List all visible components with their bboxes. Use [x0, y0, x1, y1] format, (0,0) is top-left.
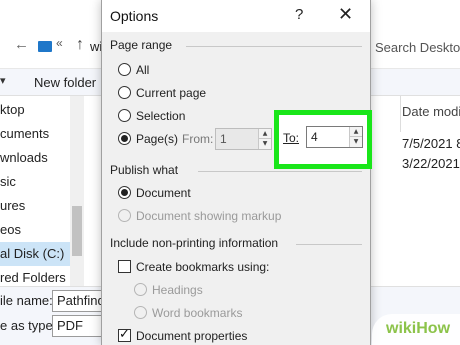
list-item[interactable]: 3/22/2021: [402, 156, 460, 171]
radio-current-page[interactable]: [118, 86, 131, 99]
group-divider: [198, 171, 362, 172]
radio-document[interactable]: [118, 186, 131, 199]
dialog-titlebar: Options ? ✕: [102, 0, 370, 32]
group-divider: [186, 46, 362, 47]
back-arrow-icon[interactable]: ←: [14, 36, 29, 53]
save-type-label: e as type:: [0, 318, 57, 333]
non-printing-heading: Include non-printing information: [110, 236, 279, 250]
radio-selection[interactable]: [118, 109, 131, 122]
spin-up-icon[interactable]: ▲: [259, 129, 271, 139]
spin-up-icon[interactable]: ▲: [350, 127, 362, 137]
column-divider[interactable]: [400, 96, 401, 132]
create-bookmarks-label: Create bookmarks using:: [136, 260, 270, 274]
radio-document-markup: [118, 209, 131, 222]
document-properties-checkbox[interactable]: [118, 327, 131, 342]
to-spinner[interactable]: 4 ▲ ▼: [306, 126, 363, 148]
from-spinner[interactable]: 1 ▲ ▼: [215, 128, 272, 150]
nav-scrollbar-thumb[interactable]: [72, 206, 82, 256]
group-divider: [296, 244, 362, 245]
from-value: 1: [220, 132, 227, 146]
column-header-date-modified[interactable]: Date modifi: [402, 104, 460, 119]
chevron-down-icon[interactable]: ▾: [0, 74, 6, 87]
file-name-label: ile name:: [0, 293, 53, 308]
file-list: Date modifi 7/5/2021 8 3/22/2021: [370, 96, 460, 286]
radio-word-bookmarks-label: Word bookmarks: [152, 306, 243, 320]
from-label: From:: [182, 132, 214, 146]
radio-pages[interactable]: [118, 132, 131, 145]
list-item[interactable]: 7/5/2021 8: [402, 136, 460, 151]
spin-down-icon[interactable]: ▼: [259, 139, 271, 149]
spin-down-icon[interactable]: ▼: [350, 137, 362, 147]
publish-what-heading: Publish what: [110, 163, 179, 177]
folder-icon: [38, 41, 52, 52]
wikihow-watermark: wikiHow: [372, 314, 460, 345]
radio-document-markup-label: Document showing markup: [136, 209, 282, 223]
dialog-title: Options: [110, 8, 159, 24]
page-range-heading: Page range: [110, 38, 173, 52]
document-properties-label: Document properties: [136, 329, 248, 343]
to-spin-buttons: ▲ ▼: [349, 127, 362, 147]
new-folder-button[interactable]: New folder: [34, 75, 96, 90]
search-input[interactable]: Search Desktop: [366, 36, 460, 60]
radio-headings-label: Headings: [152, 283, 203, 297]
radio-document-label: Document: [136, 186, 191, 200]
radio-all-label: All: [136, 63, 150, 77]
up-arrow-icon[interactable]: ↑: [76, 36, 84, 54]
watermark-text: wikiHow: [386, 320, 451, 337]
radio-pages-label: Page(s): [136, 132, 179, 146]
search-placeholder: Search Desktop: [375, 40, 460, 55]
to-label: To:: [283, 131, 300, 145]
close-icon[interactable]: ✕: [338, 4, 353, 25]
create-bookmarks-checkbox[interactable]: [118, 260, 131, 273]
help-icon[interactable]: ?: [295, 6, 303, 23]
options-dialog: Options ? ✕ Page range All Current page …: [101, 0, 371, 345]
from-spin-buttons: ▲ ▼: [258, 129, 271, 149]
radio-all[interactable]: [118, 63, 131, 76]
to-field-highlight: To: 4 ▲ ▼: [274, 110, 372, 169]
chevron-icon[interactable]: «: [56, 36, 63, 50]
radio-headings: [134, 283, 147, 296]
to-value: 4: [311, 130, 318, 144]
radio-word-bookmarks: [134, 306, 147, 319]
radio-current-page-label: Current page: [136, 86, 207, 100]
radio-selection-label: Selection: [136, 109, 186, 123]
nav-scrollbar[interactable]: [70, 96, 84, 286]
